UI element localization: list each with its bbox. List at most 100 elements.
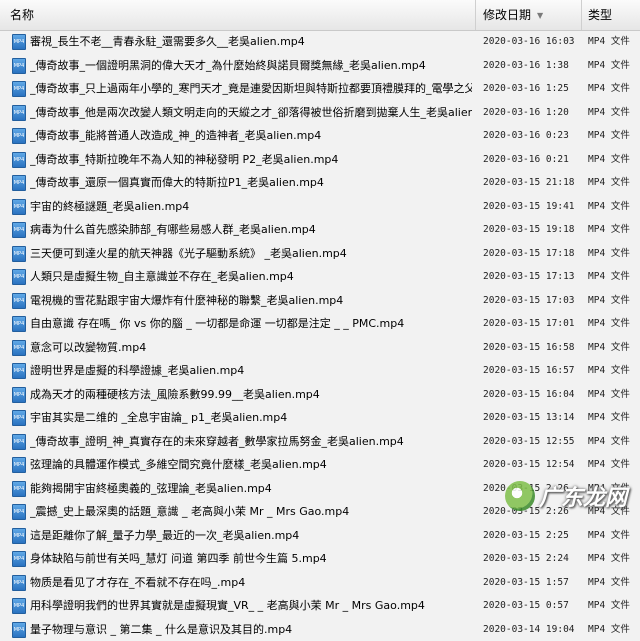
file-name: 意念可以改變物質.mp4 <box>30 336 472 359</box>
mp4-file-icon <box>12 410 26 426</box>
file-row[interactable]: _傳奇故事_還原一個真實而偉大的特斯拉P1_老吳alien.mp42020-03… <box>0 171 640 195</box>
column-header-date[interactable]: 修改日期 ▼ <box>476 0 582 30</box>
mp4-file-icon <box>12 504 26 520</box>
file-name: 弦理論的具體運作模式_多維空間究竟什麼樣_老吳alien.mp4 <box>30 453 472 476</box>
file-type: MP4 文件 <box>588 195 640 218</box>
mp4-file-icon <box>12 363 26 379</box>
watermark: 广东龙网 <box>505 478 635 514</box>
file-name: 用科學證明我們的世界其實就是虛擬現實_VR_ _ 老高與小茉 Mr _ Mrs … <box>30 594 472 617</box>
file-type: MP4 文件 <box>588 148 640 171</box>
mp4-file-icon <box>12 34 26 50</box>
mp4-file-icon <box>12 457 26 473</box>
file-date: 2020-03-16 1:38 <box>483 54 579 77</box>
mp4-file-icon <box>12 81 26 97</box>
file-date: 2020-03-15 0:57 <box>483 594 579 617</box>
mp4-file-icon <box>12 434 26 450</box>
file-row[interactable]: 自由意識 存在嗎_ 你 vs 你的腦 _ 一切都是命運 一切都是注定 _ _ P… <box>0 312 640 336</box>
file-row[interactable]: _傳奇故事_特斯拉晚年不為人知的神秘發明 P2_老吳alien.mp42020-… <box>0 148 640 172</box>
file-type: MP4 文件 <box>588 547 640 570</box>
file-row[interactable]: 電視機的雪花點跟宇宙大爆炸有什麼神秘的聯繫_老吳alien.mp42020-03… <box>0 289 640 313</box>
file-row[interactable]: _傳奇故事_一個證明黑洞的偉大天才_為什麼始終與諾貝爾獎無緣_老吳alien.m… <box>0 54 640 78</box>
file-date: 2020-03-15 2:25 <box>483 524 579 547</box>
file-date: 2020-03-15 16:04 <box>483 383 579 406</box>
file-date: 2020-03-15 12:55 <box>483 430 579 453</box>
file-row[interactable]: 審視_長生不老__青春永駐_還需要多久__老吳alien.mp4 2020-03-… <box>0 30 640 54</box>
file-type: MP4 文件 <box>588 430 640 453</box>
column-header-date-label: 修改日期 <box>483 8 531 22</box>
file-date: 2020-03-14 19:04 <box>483 618 579 641</box>
file-name: 證明世界是虛擬的科學證據_老吳alien.mp4 <box>30 359 472 382</box>
file-date: 2020-03-15 17:18 <box>483 242 579 265</box>
file-date: 2020-03-15 17:03 <box>483 289 579 312</box>
mp4-file-icon <box>12 316 26 332</box>
file-name: 物质是看见了才存在_不看就不存在吗_.mp4 <box>30 571 472 594</box>
file-row[interactable]: 成為天才的兩種硬核方法_風險系數99.99__老吳alien.mp4 2020-0… <box>0 383 640 407</box>
mp4-file-icon <box>12 551 26 567</box>
mp4-file-icon <box>12 222 26 238</box>
file-name: 能夠揭開宇宙終極奧義的_弦理論_老吳alien.mp4 <box>30 477 472 500</box>
file-name: 三天便可到達火星的航天神器《光子驅動系統》 _老吳alien.mp4 <box>30 242 472 265</box>
file-date: 2020-03-16 16:03 <box>483 30 579 53</box>
file-name: _傳奇故事_他是兩次改變人類文明走向的天縱之才_卻落得被世俗折磨到拋棄人生_老吳… <box>30 101 472 124</box>
file-date: 2020-03-15 17:01 <box>483 312 579 335</box>
file-name: 人類只是虛擬生物_自主意識並不存在_老吳alien.mp4 <box>30 265 472 288</box>
file-name: _傳奇故事_證明_神_真實存在的未來穿越者_數學家拉馬努金_老吳alien.mp… <box>30 430 472 453</box>
file-type: MP4 文件 <box>588 124 640 147</box>
file-date: 2020-03-15 16:58 <box>483 336 579 359</box>
file-row[interactable]: _傳奇故事_他是兩次改變人類文明走向的天縱之才_卻落得被世俗折磨到拋棄人生_老吳… <box>0 101 640 125</box>
file-row[interactable]: 宇宙的終極謎題_老吳alien.mp42020-03-15 19:41MP4 文… <box>0 195 640 219</box>
file-list: 審視_長生不老__青春永駐_還需要多久__老吳alien.mp4 2020-03-… <box>0 30 640 641</box>
mp4-file-icon <box>12 246 26 262</box>
file-name: _傳奇故事_還原一個真實而偉大的特斯拉P1_老吳alien.mp4 <box>30 171 472 194</box>
mp4-file-icon <box>12 175 26 191</box>
file-type: MP4 文件 <box>588 406 640 429</box>
file-type: MP4 文件 <box>588 524 640 547</box>
file-row[interactable]: 物质是看见了才存在_不看就不存在吗_.mp42020-03-15 1:57MP4… <box>0 571 640 595</box>
mp4-file-icon <box>12 340 26 356</box>
file-row[interactable]: _傳奇故事_只上過兩年小學的_寒門天才_竟是連愛因斯坦與特斯拉都要頂禮膜拜的_電… <box>0 77 640 101</box>
file-row[interactable]: 弦理論的具體運作模式_多維空間究竟什麼樣_老吳alien.mp4 2020-03-… <box>0 453 640 477</box>
file-name: 成為天才的兩種硬核方法_風險系數99.99__老吳alien.mp4 <box>30 383 472 406</box>
mp4-file-icon <box>12 293 26 309</box>
file-type: MP4 文件 <box>588 383 640 406</box>
file-type: MP4 文件 <box>588 265 640 288</box>
file-date: 2020-03-15 12:54 <box>483 453 579 476</box>
file-type: MP4 文件 <box>588 618 640 641</box>
mp4-file-icon <box>12 598 26 614</box>
file-name: 審視_長生不老__青春永駐_還需要多久__老吳alien.mp4 <box>30 30 472 53</box>
file-name: _傳奇故事_能將普通人改造成_神_的造神者_老吳alien.mp4 <box>30 124 472 147</box>
file-date: 2020-03-16 1:25 <box>483 77 579 100</box>
file-row[interactable]: _傳奇故事_證明_神_真實存在的未來穿越者_數學家拉馬努金_老吳alien.mp… <box>0 430 640 454</box>
file-date: 2020-03-16 0:23 <box>483 124 579 147</box>
file-row[interactable]: 意念可以改變物質.mp42020-03-15 16:58MP4 文件 <box>0 336 640 360</box>
file-date: 2020-03-15 17:13 <box>483 265 579 288</box>
file-row[interactable]: 這是距離你了解_量子力學_最近的一次_老吳alien.mp4 2020-03-15… <box>0 524 640 548</box>
file-row[interactable]: 證明世界是虛擬的科學證據_老吳alien.mp4 2020-03-15 16:57… <box>0 359 640 383</box>
mp4-file-icon <box>12 105 26 121</box>
file-type: MP4 文件 <box>588 571 640 594</box>
file-name: 這是距離你了解_量子力學_最近的一次_老吳alien.mp4 <box>30 524 472 547</box>
file-name: 病毒为什么首先感染肺部_有哪些易感人群_老吳alien.mp4 <box>30 218 472 241</box>
column-header-type-label: 类型 <box>588 8 612 22</box>
file-date: 2020-03-15 19:41 <box>483 195 579 218</box>
sort-down-icon: ▼ <box>537 11 543 20</box>
file-row[interactable]: 三天便可到達火星的航天神器《光子驅動系統》 _老吳alien.mp4 2020-0… <box>0 242 640 266</box>
file-date: 2020-03-15 13:14 <box>483 406 579 429</box>
file-type: MP4 文件 <box>588 312 640 335</box>
file-type: MP4 文件 <box>588 77 640 100</box>
column-header-name[interactable]: 名称 <box>0 0 476 30</box>
column-header-name-label: 名称 <box>10 8 34 22</box>
file-row[interactable]: _傳奇故事_能將普通人改造成_神_的造神者_老吳alien.mp4 2020-03… <box>0 124 640 148</box>
mp4-file-icon <box>12 58 26 74</box>
file-type: MP4 文件 <box>588 453 640 476</box>
file-row[interactable]: 用科學證明我們的世界其實就是虛擬現實_VR_ _ 老高與小茉 Mr _ Mrs … <box>0 594 640 618</box>
file-type: MP4 文件 <box>588 594 640 617</box>
file-row[interactable]: 病毒为什么首先感染肺部_有哪些易感人群_老吳alien.mp42020-03-1… <box>0 218 640 242</box>
file-row[interactable]: 身体缺陷与前世有关吗_慧灯 问道 第四季 前世今生篇 5.mp42020-03-… <box>0 547 640 571</box>
file-date: 2020-03-15 16:57 <box>483 359 579 382</box>
file-name: 宇宙其实是二维的 _全息宇宙論_ p1_老吳alien.mp4 <box>30 406 472 429</box>
file-row[interactable]: 量子物理与意识 _ 第二集 _ 什么是意识及其目的.mp42020-03-14 … <box>0 618 640 641</box>
column-header-type[interactable]: 类型 <box>582 0 640 30</box>
file-row[interactable]: 宇宙其实是二维的 _全息宇宙論_ p1_老吳alien.mp4 2020-03-1… <box>0 406 640 430</box>
file-row[interactable]: 人類只是虛擬生物_自主意識並不存在_老吳alien.mp4 2020-03-15 … <box>0 265 640 289</box>
